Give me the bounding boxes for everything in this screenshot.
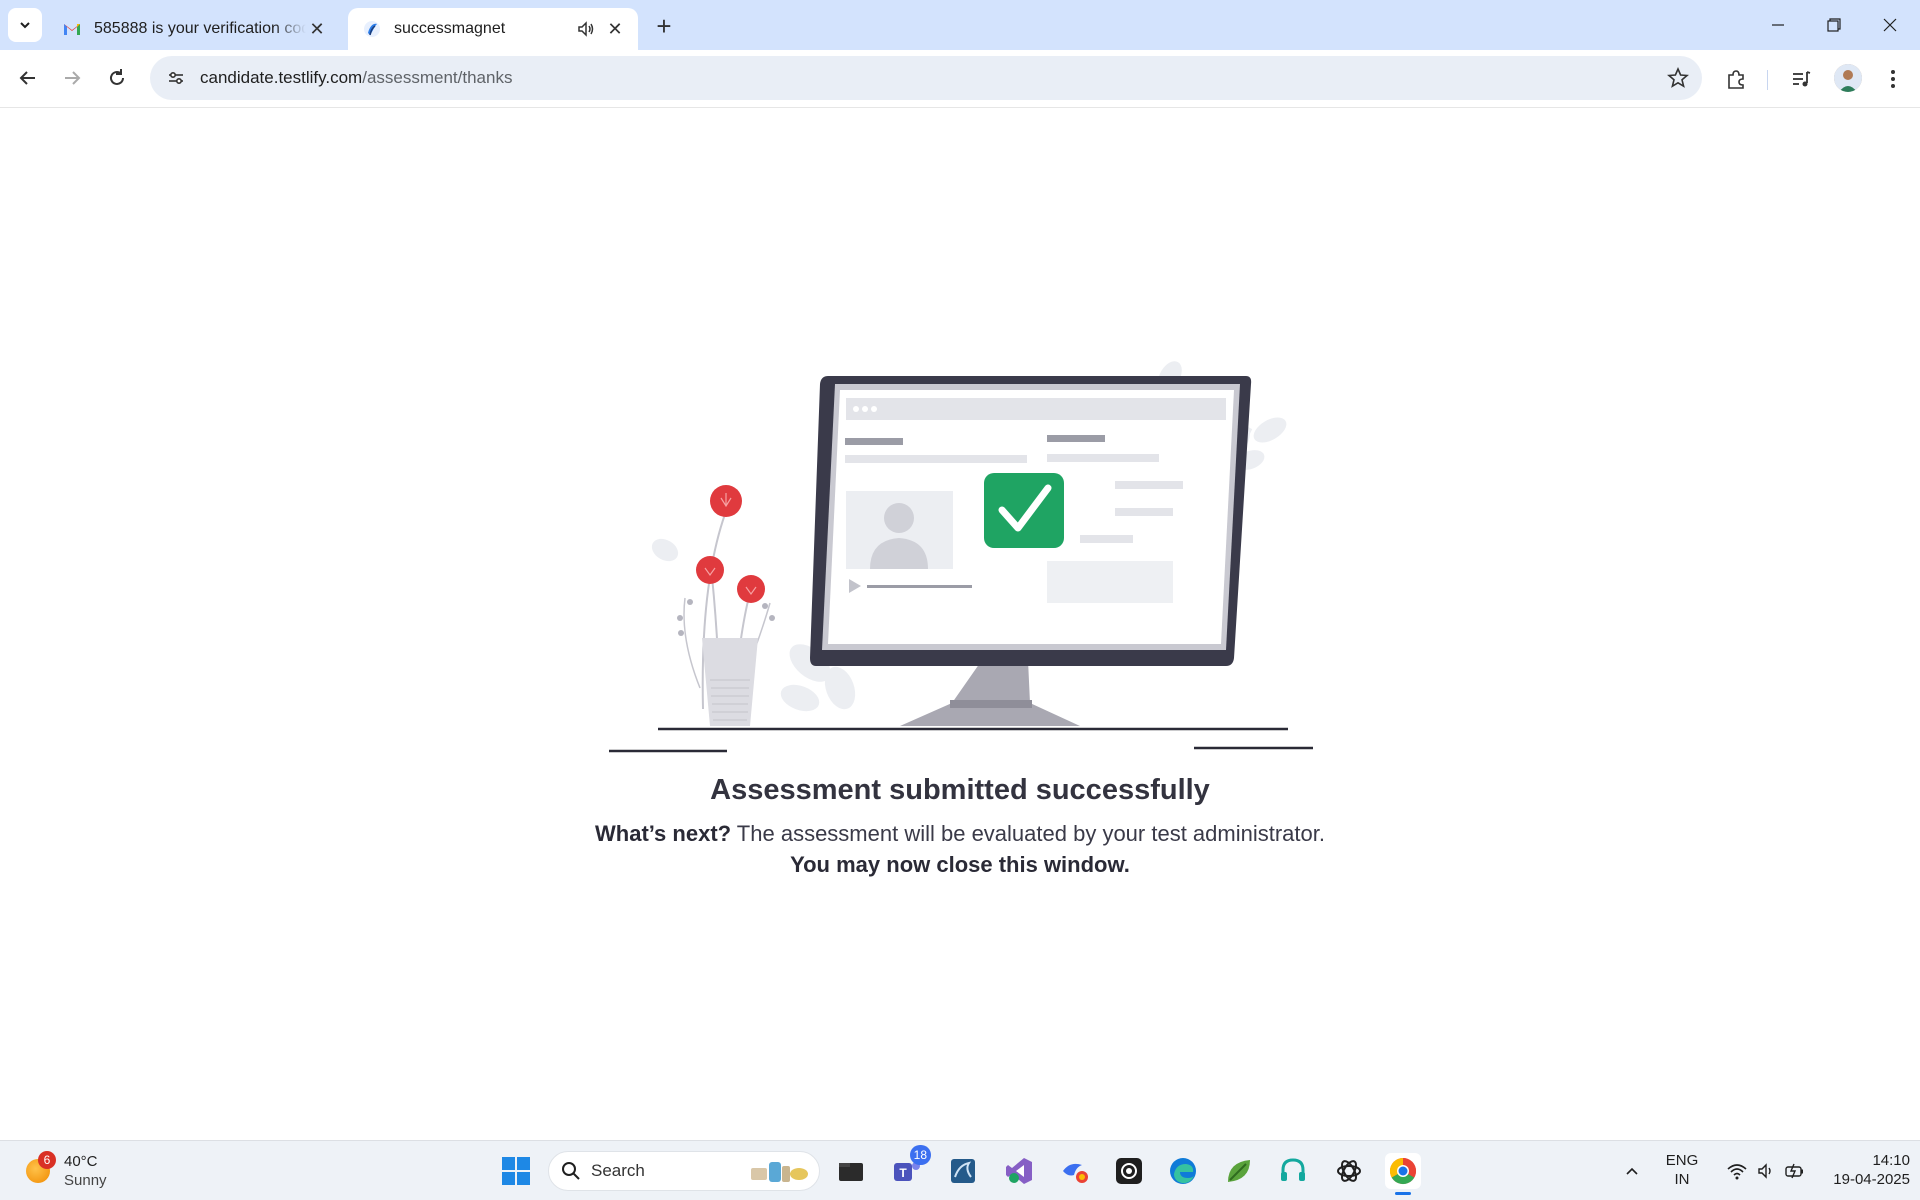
weather-widget[interactable]: 6 40°C Sunny bbox=[24, 1151, 144, 1191]
file-explorer-icon bbox=[839, 1163, 863, 1181]
forward-button[interactable] bbox=[54, 60, 90, 96]
back-button[interactable] bbox=[10, 60, 46, 96]
search-highlight-icon bbox=[751, 1162, 808, 1182]
address-bar[interactable]: candidate.testlify.com/assessment/thanks bbox=[150, 56, 1702, 100]
mysql-workbench-icon bbox=[951, 1159, 975, 1183]
svg-text:T: T bbox=[899, 1166, 907, 1180]
monitor-stand bbox=[900, 660, 1080, 726]
tab-strip: 585888 is your verification code ✕ succe… bbox=[0, 0, 1920, 50]
toolbar-divider bbox=[1767, 70, 1768, 90]
region-code: IN bbox=[1674, 1171, 1690, 1188]
teams-notification-badge: 18 bbox=[909, 1145, 931, 1165]
taskbar-chrome[interactable] bbox=[1385, 1153, 1421, 1195]
whats-next-description: The assessment will be evaluated by your… bbox=[731, 821, 1325, 846]
taskbar-mysql-workbench[interactable] bbox=[945, 1153, 981, 1189]
profile-avatar[interactable] bbox=[1834, 64, 1862, 92]
tab-search-button[interactable] bbox=[8, 8, 42, 42]
reload-icon bbox=[110, 69, 124, 85]
puzzle-icon bbox=[1728, 70, 1744, 89]
weather-badge: 6 bbox=[38, 1151, 56, 1169]
flower-vase bbox=[677, 485, 775, 726]
search-icon bbox=[562, 1162, 580, 1180]
url-text: candidate.testlify.com/assessment/thanks bbox=[200, 68, 512, 88]
weather-condition: Sunny bbox=[64, 1172, 107, 1189]
page-content: Assessment submitted successfully What’s… bbox=[0, 108, 1920, 1140]
language-indicator[interactable]: ENG IN bbox=[1660, 1151, 1704, 1189]
site-info-icon[interactable] bbox=[156, 56, 196, 100]
clock-time: 14:10 bbox=[1872, 1152, 1910, 1169]
taskbar-visual-studio[interactable] bbox=[1001, 1153, 1037, 1189]
chevron-up-icon bbox=[1626, 1167, 1638, 1175]
headset-icon bbox=[1281, 1158, 1305, 1181]
minimize-icon bbox=[1772, 24, 1784, 26]
url-host: candidate.testlify.com bbox=[200, 68, 363, 87]
page-title: Assessment submitted successfully bbox=[710, 774, 1210, 806]
gmail-icon bbox=[64, 24, 80, 35]
more-vert-icon bbox=[1891, 70, 1895, 88]
volume-icon bbox=[1758, 1163, 1771, 1179]
language-code: ENG bbox=[1665, 1152, 1699, 1169]
submission-illustration bbox=[609, 361, 1313, 753]
browser-toolbar: candidate.testlify.com/assessment/thanks bbox=[0, 50, 1920, 108]
taskbar-edge[interactable] bbox=[1165, 1153, 1201, 1189]
taskbar: 6 40°C Sunny Search T 18 ENG IN 14:10 19… bbox=[0, 1140, 1920, 1200]
chrome-icon bbox=[1389, 1157, 1417, 1185]
openai-icon bbox=[1337, 1160, 1361, 1182]
leaf-app-icon bbox=[1228, 1160, 1250, 1182]
taskbar-chatgpt-chrome[interactable] bbox=[1111, 1153, 1147, 1189]
playlist-music-icon bbox=[1793, 71, 1811, 87]
visual-studio-icon bbox=[1006, 1158, 1032, 1184]
tab-title: successmagnet bbox=[394, 20, 506, 37]
tab-gmail[interactable]: 585888 is your verification code ✕ bbox=[48, 8, 340, 50]
windows-start-icon[interactable] bbox=[500, 1155, 532, 1187]
close-icon bbox=[1883, 18, 1897, 32]
close-window-button[interactable] bbox=[1862, 0, 1918, 50]
edge-icon bbox=[1170, 1158, 1196, 1184]
system-clock[interactable]: 14:10 19-04-2025 bbox=[1810, 1151, 1910, 1189]
weather-temperature: 40°C bbox=[64, 1153, 98, 1170]
bookmark-star-icon[interactable] bbox=[1666, 66, 1690, 90]
arrow-right-icon bbox=[65, 71, 81, 85]
arrow-left-icon bbox=[19, 71, 35, 85]
new-tab-button[interactable]: + bbox=[650, 11, 678, 41]
speaker-icon[interactable] bbox=[576, 19, 596, 39]
close-tab-icon[interactable]: ✕ bbox=[604, 18, 626, 40]
extensions-button[interactable] bbox=[1721, 64, 1751, 94]
taskbar-chrome-app[interactable] bbox=[1057, 1153, 1093, 1189]
chevron-down-icon bbox=[20, 22, 30, 29]
system-tray-status[interactable] bbox=[1716, 1151, 1816, 1191]
show-hidden-icons-button[interactable] bbox=[1620, 1151, 1644, 1191]
close-window-note: You may now close this window. bbox=[790, 852, 1130, 877]
active-app-indicator bbox=[1395, 1192, 1411, 1195]
taskbar-file-explorer[interactable] bbox=[833, 1153, 869, 1189]
search-placeholder: Search bbox=[591, 1161, 645, 1180]
url-path: /assessment/thanks bbox=[362, 68, 513, 87]
bird-app-icon bbox=[1063, 1163, 1088, 1183]
taskbar-teams[interactable]: T 18 bbox=[889, 1145, 931, 1189]
media-controls-button[interactable] bbox=[1786, 64, 1816, 94]
clock-date: 19-04-2025 bbox=[1833, 1171, 1910, 1188]
reload-button[interactable] bbox=[99, 60, 135, 96]
testlify-icon bbox=[364, 21, 380, 37]
taskbar-search[interactable]: Search bbox=[548, 1151, 820, 1191]
floor-lines bbox=[609, 727, 1313, 753]
whats-next-text: What’s next? The assessment will be eval… bbox=[0, 821, 1920, 847]
tab-successmagnet[interactable]: successmagnet ✕ bbox=[348, 8, 638, 50]
battery-charging-icon bbox=[1785, 1163, 1803, 1179]
taskbar-leaf-app[interactable] bbox=[1221, 1153, 1257, 1189]
restore-button[interactable] bbox=[1806, 0, 1862, 50]
check-badge-icon bbox=[984, 473, 1064, 548]
wifi-icon bbox=[1727, 1164, 1747, 1180]
taskbar-headset-app[interactable] bbox=[1275, 1153, 1311, 1189]
restore-icon bbox=[1827, 18, 1841, 32]
chatgpt-icon bbox=[1116, 1158, 1142, 1184]
monitor bbox=[810, 376, 1252, 666]
close-tab-icon[interactable]: ✕ bbox=[306, 18, 328, 40]
browser-menu-button[interactable] bbox=[1878, 64, 1908, 94]
whats-next-label: What’s next? bbox=[595, 821, 732, 846]
taskbar-chatgpt[interactable] bbox=[1331, 1153, 1367, 1189]
tab-title: 585888 is your verification code bbox=[94, 20, 306, 37]
minimize-button[interactable] bbox=[1750, 0, 1806, 50]
